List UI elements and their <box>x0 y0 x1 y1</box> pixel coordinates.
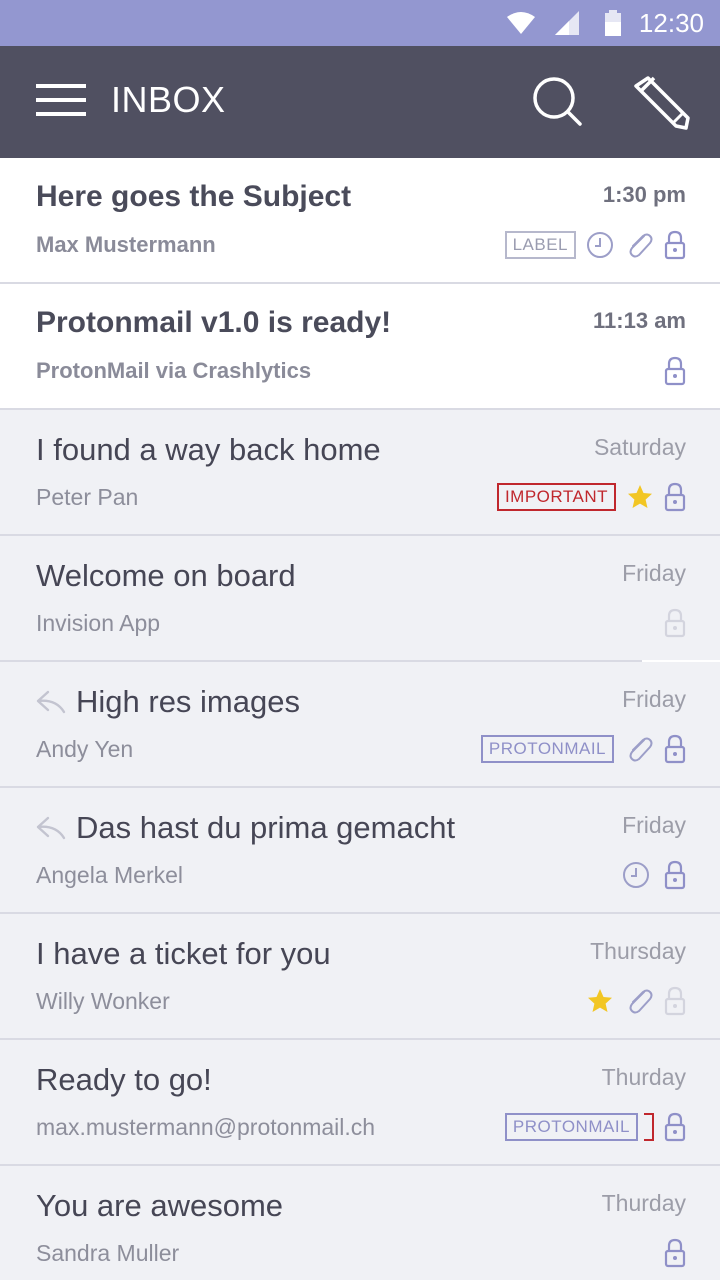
message-sender: Invision App <box>36 610 161 636</box>
message-time: 11:13 am <box>593 308 686 333</box>
signal-icon <box>554 11 579 35</box>
status-time: 12:30 <box>638 7 704 38</box>
menu-icon <box>36 84 86 116</box>
clock-icon <box>587 232 613 258</box>
message-subject: Welcome on board <box>36 558 296 593</box>
page-title: INBOX <box>111 79 226 120</box>
lock-icon <box>664 860 686 890</box>
important-tag: IMPORTANT <box>496 483 616 511</box>
lock-icon <box>664 230 686 260</box>
compose-button[interactable] <box>634 72 694 132</box>
message-sender: Max Mustermann <box>36 232 216 257</box>
paperclip-icon <box>629 989 653 1014</box>
star-icon[interactable] <box>626 483 654 511</box>
message-subject: I found a way back home <box>36 432 381 467</box>
message-subject: Ready to go! <box>36 1062 212 1097</box>
status-bar: 12:30 <box>0 0 720 46</box>
lock-open-icon <box>664 608 686 638</box>
search-button[interactable] <box>530 74 586 130</box>
message-subject: High res images <box>76 684 300 719</box>
lock-icon <box>664 1112 686 1142</box>
lock-icon <box>664 1238 686 1268</box>
message-sender: max.mustermann@protonmail.ch <box>36 1114 376 1140</box>
message-subject: I have a ticket for you <box>36 936 331 971</box>
message-time: 1:30 pm <box>602 182 686 207</box>
message-sender: Andy Yen <box>36 736 134 762</box>
paperclip-icon <box>629 233 653 258</box>
message-time: Friday <box>622 686 686 712</box>
protonmail-tag: PROTONMAIL <box>480 735 614 763</box>
clock-icon <box>623 862 649 888</box>
protonmail-tag: PROTONMAIL <box>504 1113 638 1141</box>
lock-icon <box>664 482 686 512</box>
message-row[interactable]: Welcome on board Invision App Friday <box>0 536 720 662</box>
compose-icon <box>634 76 690 130</box>
reply-icon <box>36 690 66 714</box>
message-icons: IMPORTANT <box>487 480 686 514</box>
status-icons: 12:30 <box>506 0 704 46</box>
lock-icon <box>664 734 686 764</box>
menu-button[interactable] <box>36 80 86 124</box>
message-sender: Peter Pan <box>36 484 139 510</box>
message-icons <box>654 354 686 388</box>
message-icons: PROTONMAIL <box>471 732 686 766</box>
message-row[interactable]: High res images Andy Yen Friday PROTONMA… <box>0 662 720 788</box>
message-time: Saturday <box>593 434 686 460</box>
message-subject: Here goes the Subject <box>36 180 352 213</box>
message-icons <box>576 984 686 1018</box>
message-icons: LABEL <box>495 228 686 262</box>
label-tag: LABEL <box>504 231 576 259</box>
message-row[interactable]: You are awesome Sandra Muller Thurday <box>0 1166 720 1280</box>
star-icon[interactable] <box>586 987 614 1015</box>
message-row[interactable]: I have a ticket for you Willy Wonker Thu… <box>0 914 720 1040</box>
message-subject: Protonmail v1.0 is ready! <box>36 306 392 339</box>
lock-open-icon <box>664 986 686 1016</box>
wifi-icon <box>506 12 535 34</box>
message-row[interactable]: Das hast du prima gemacht Angela Merkel … <box>0 788 720 914</box>
message-subject: You are awesome <box>36 1188 284 1223</box>
message-sender: ProtonMail via Crashlytics <box>36 358 312 383</box>
reply-icon <box>36 816 66 840</box>
message-sender: Angela Merkel <box>36 862 184 888</box>
message-time: Thurday <box>601 1190 686 1216</box>
message-row[interactable]: I found a way back home Peter Pan Saturd… <box>0 410 720 536</box>
message-sender: Sandra Muller <box>36 1240 180 1266</box>
lock-icon <box>664 356 686 386</box>
message-row[interactable]: Here goes the Subject Max Mustermann 1:3… <box>0 158 720 284</box>
message-row[interactable]: Ready to go! max.mustermann@protonmail.c… <box>0 1040 720 1166</box>
message-icons <box>654 1236 686 1270</box>
message-subject: Das hast du prima gemacht <box>76 810 456 845</box>
message-icons: PROTONMAIL <box>495 1110 686 1144</box>
message-time: Thursday <box>590 938 686 964</box>
app-bar: INBOX <box>0 46 720 158</box>
battery-icon <box>604 10 621 36</box>
message-sender: Willy Wonker <box>36 988 170 1014</box>
message-time: Thurday <box>601 1064 686 1090</box>
message-list: Here goes the Subject Max Mustermann 1:3… <box>0 158 720 1280</box>
search-icon <box>533 77 582 126</box>
important-tag-overflow <box>644 1113 654 1141</box>
message-row[interactable]: Protonmail v1.0 is ready! ProtonMail via… <box>0 284 720 410</box>
message-icons <box>612 858 686 892</box>
message-time: Friday <box>622 560 686 586</box>
paperclip-icon <box>629 737 653 762</box>
message-time: Friday <box>622 812 686 838</box>
message-icons <box>654 606 686 640</box>
